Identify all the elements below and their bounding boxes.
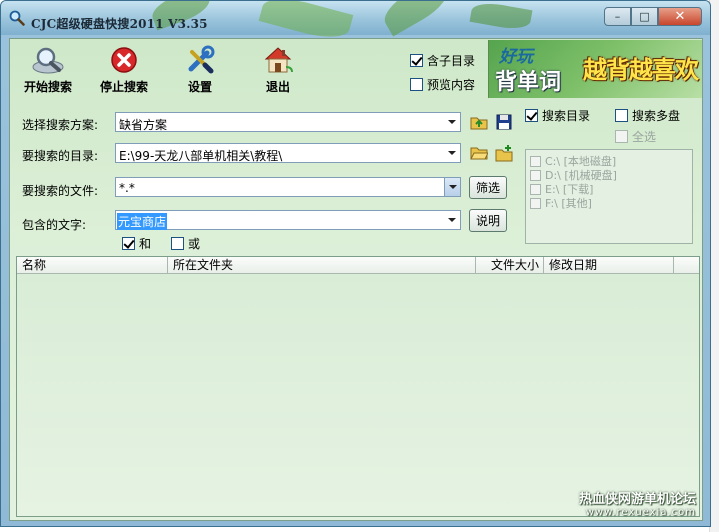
checkbox-box[interactable] xyxy=(530,197,541,209)
folder-up-icon xyxy=(470,117,488,130)
toolbar: 开始搜索 停止搜索 设置 退出 含子目录 预览内容 好玩 背单词 越背越喜欢 xyxy=(10,39,702,99)
checkbox-box[interactable] xyxy=(171,237,184,250)
file-label: 要搜索的文件: xyxy=(22,184,99,198)
directory-label: 要搜索的目录: xyxy=(22,149,99,163)
scheme-value: 缺省方案 xyxy=(119,118,168,132)
search-text-value[interactable]: 元宝商店 xyxy=(117,213,168,230)
chevron-down-icon[interactable] xyxy=(444,113,460,131)
directory-select[interactable]: E:\99-天龙八部单机相关\教程\ xyxy=(115,143,461,163)
banner-line-3: 越背越喜欢 xyxy=(583,56,699,84)
add-folder-button[interactable] xyxy=(494,143,514,163)
scheme-label: 选择搜索方案: xyxy=(22,118,99,132)
checkbox-box[interactable] xyxy=(410,78,423,91)
include-subdirs-label: 含子目录 xyxy=(427,54,476,68)
or-checkbox[interactable]: 或 xyxy=(171,235,200,252)
wrench-screwdriver-icon xyxy=(188,45,215,74)
search-directory-label: 搜索目录 xyxy=(542,109,591,123)
or-label: 或 xyxy=(188,237,201,251)
minimize-button[interactable]: – xyxy=(604,7,631,26)
house-icon xyxy=(264,47,293,73)
maximize-button[interactable]: □ xyxy=(631,7,658,26)
title-bar[interactable]: CJC超级硬盘快搜2011 V3.35 – □ ✕ xyxy=(1,1,710,45)
stop-x-icon xyxy=(111,47,137,73)
select-all-checkbox[interactable]: 全选 xyxy=(615,128,656,145)
preview-content-label: 预览内容 xyxy=(427,78,476,92)
app-window: CJC超级硬盘快搜2011 V3.35 – □ ✕ 开始搜索 停止搜索 设置 退… xyxy=(0,0,711,527)
watermark-url: www.rexuexia.com xyxy=(585,507,696,518)
close-button[interactable]: ✕ xyxy=(658,7,702,26)
watermark-title: 热血侠网游单机论坛 xyxy=(578,492,696,507)
stop-search-button[interactable]: 停止搜索 xyxy=(92,45,156,95)
column-header-date[interactable]: 修改日期 xyxy=(544,257,674,274)
open-scheme-button[interactable] xyxy=(469,112,489,132)
checkbox-box[interactable] xyxy=(615,109,628,122)
multi-disk-checkbox[interactable]: 搜索多盘 xyxy=(615,107,680,124)
exit-label: 退出 xyxy=(265,80,290,94)
checkbox-box[interactable] xyxy=(530,169,541,181)
magnifier-app-icon xyxy=(9,10,25,26)
scheme-select[interactable]: 缺省方案 xyxy=(115,112,461,132)
start-search-button[interactable]: 开始搜索 xyxy=(16,45,80,95)
multi-disk-label: 搜索多盘 xyxy=(632,109,681,123)
checkbox-box[interactable] xyxy=(525,109,538,122)
window-controls: – □ ✕ xyxy=(604,7,702,26)
stop-search-label: 停止搜索 xyxy=(99,80,148,94)
watermark: 热血侠网游单机论坛 www.rexuexia.com xyxy=(579,488,696,518)
include-subdirs-checkbox[interactable]: 含子目录 xyxy=(410,52,475,69)
folder-open-icon xyxy=(470,147,488,160)
search-directory-checkbox[interactable]: 搜索目录 xyxy=(525,107,590,124)
settings-label: 设置 xyxy=(187,80,212,94)
and-label: 和 xyxy=(139,237,152,251)
column-header-name[interactable]: 名称 xyxy=(17,257,168,274)
drive-list[interactable]: C:\ [本地磁盘] D:\ [机械硬盘] E:\ [下载] F:\ [其他] xyxy=(525,149,693,244)
decor-leaf xyxy=(469,1,533,33)
filter-button[interactable]: 筛选 xyxy=(469,176,507,199)
folder-add-icon xyxy=(495,144,513,161)
window-title: CJC超级硬盘快搜2011 V3.35 xyxy=(31,17,208,31)
ad-banner[interactable]: 好玩 背单词 越背越喜欢 xyxy=(488,40,702,98)
checkbox-box[interactable] xyxy=(530,155,541,167)
chevron-down-icon[interactable] xyxy=(444,144,460,162)
exit-button[interactable]: 退出 xyxy=(246,45,310,95)
select-all-label: 全选 xyxy=(632,130,657,144)
start-search-label: 开始搜索 xyxy=(23,80,72,94)
browse-folder-button[interactable] xyxy=(469,143,489,163)
drive-item[interactable]: F:\ [其他] xyxy=(530,195,592,211)
results-list[interactable]: 名称 所在文件夹 文件大小 修改日期 xyxy=(16,256,700,517)
column-header-folder[interactable]: 所在文件夹 xyxy=(168,257,476,274)
file-pattern-value: *.* xyxy=(119,181,135,195)
checkbox-box[interactable] xyxy=(410,54,423,67)
chevron-down-icon[interactable] xyxy=(444,211,460,229)
explain-button[interactable]: 说明 xyxy=(469,209,507,232)
search-text-input[interactable]: 元宝商店 xyxy=(115,210,461,230)
directory-value: E:\99-天龙八部单机相关\教程\ xyxy=(119,149,283,163)
client-area: 开始搜索 停止搜索 设置 退出 含子目录 预览内容 好玩 背单词 越背越喜欢 选… xyxy=(9,38,703,521)
save-scheme-button[interactable] xyxy=(494,112,514,132)
checkbox-box[interactable] xyxy=(122,237,135,250)
file-pattern-select[interactable]: *.* xyxy=(115,177,461,197)
decor-leaf xyxy=(378,1,454,37)
and-checkbox[interactable]: 和 xyxy=(122,235,151,252)
floppy-save-icon xyxy=(496,114,512,130)
chevron-down-icon[interactable] xyxy=(444,178,460,196)
preview-content-checkbox[interactable]: 预览内容 xyxy=(410,76,475,93)
column-header-size[interactable]: 文件大小 xyxy=(476,257,544,274)
results-header: 名称 所在文件夹 文件大小 修改日期 xyxy=(17,257,699,274)
banner-line-2: 背单词 xyxy=(495,70,562,95)
search-magnifier-icon xyxy=(32,47,64,74)
checkbox-box[interactable] xyxy=(615,130,628,143)
text-label: 包含的文字: xyxy=(22,218,87,232)
settings-button[interactable]: 设置 xyxy=(168,45,232,95)
checkbox-box[interactable] xyxy=(530,183,541,195)
drive-label: F:\ [其他] xyxy=(545,197,592,210)
